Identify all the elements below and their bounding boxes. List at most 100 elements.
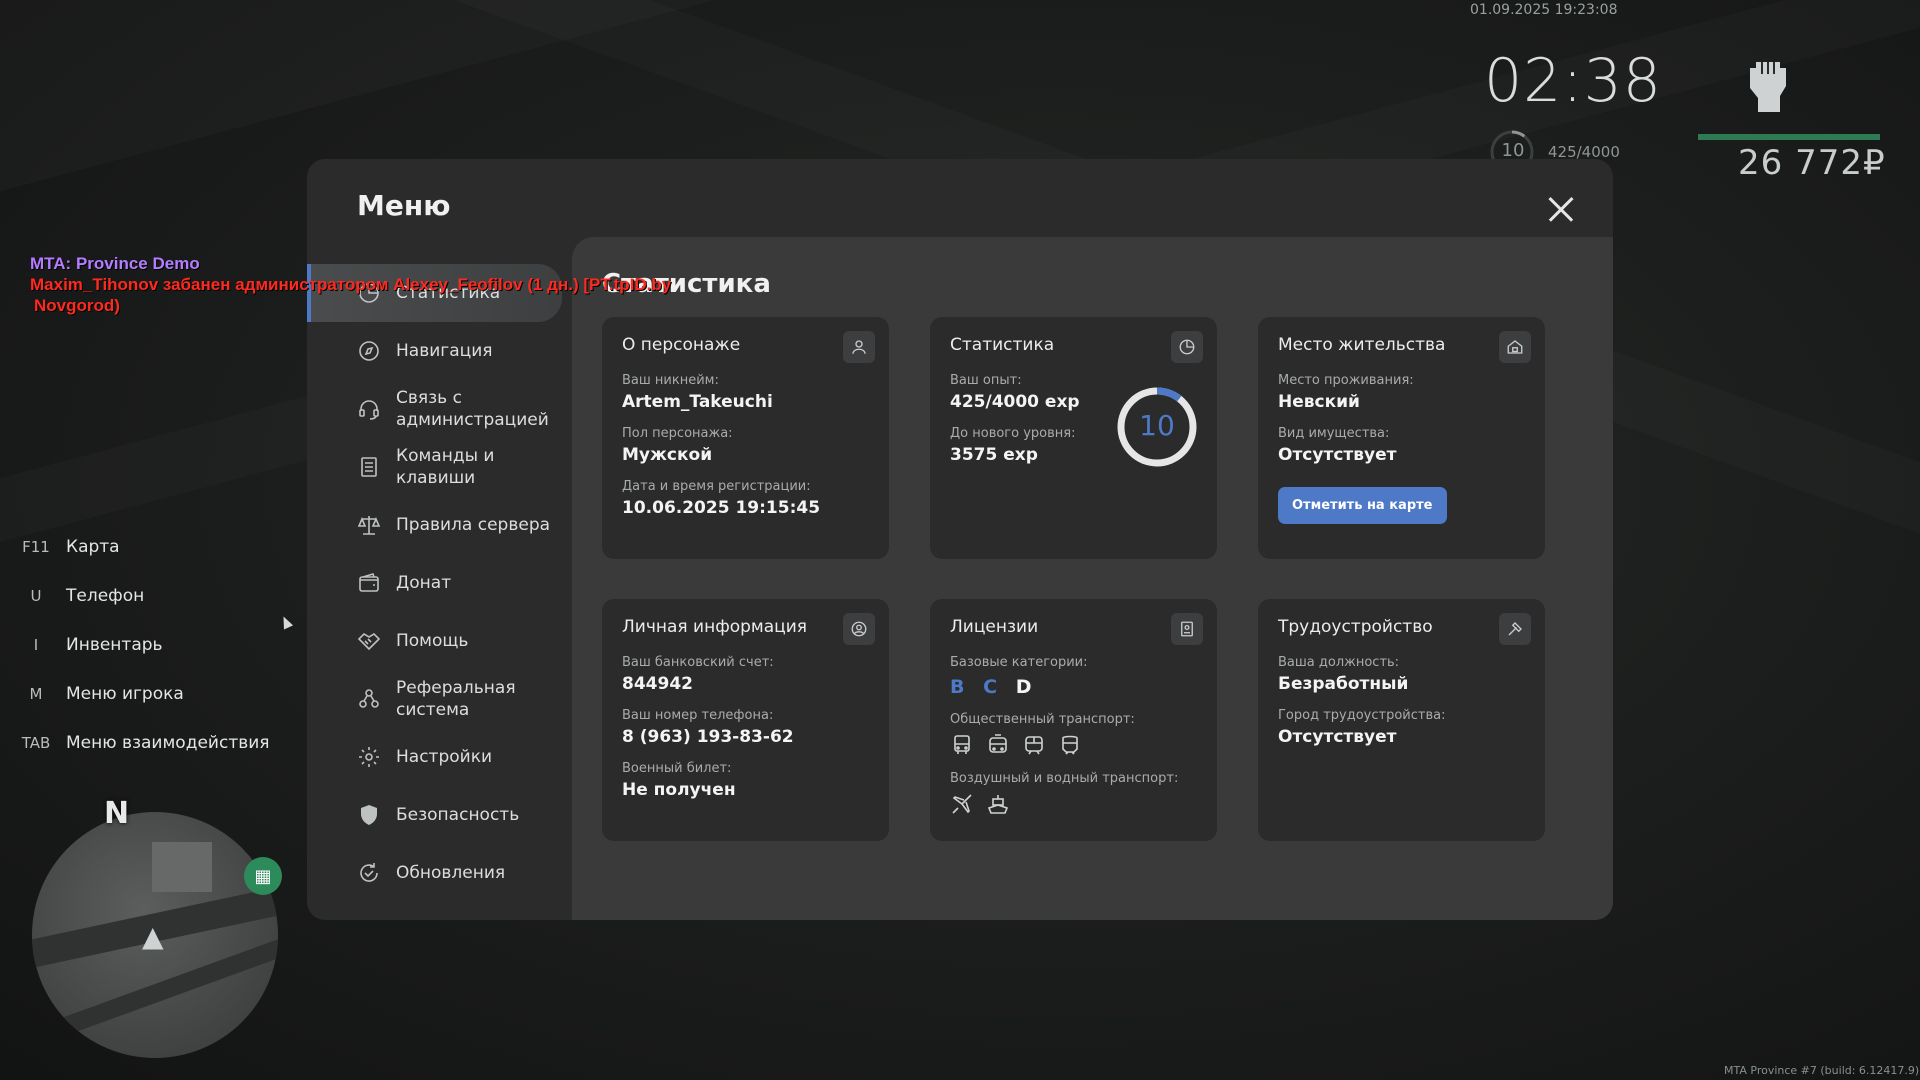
people-icon bbox=[359, 689, 379, 708]
field-label: Воздушный и водный транспорт: bbox=[950, 771, 1179, 786]
nav-label: Связь с администрацией bbox=[396, 388, 549, 430]
nav-item-navigation[interactable]: Навигация bbox=[307, 322, 572, 380]
headset-icon bbox=[359, 400, 379, 420]
nav-item-settings[interactable]: Настройки bbox=[307, 728, 572, 786]
menu-sidebar: Статистика Навигация Связь с администрац… bbox=[307, 264, 572, 902]
airplane-icon bbox=[952, 794, 972, 814]
hotkey-label: Меню игрока bbox=[66, 683, 184, 704]
hud-level: 10 bbox=[1501, 140, 1525, 161]
hotkey-player-menu[interactable]: M Меню игрока bbox=[14, 669, 270, 718]
map-building bbox=[152, 842, 212, 892]
nav-label: Донат bbox=[396, 573, 452, 593]
field-label: Общественный транспорт: bbox=[950, 712, 1135, 727]
license-categories: B C D bbox=[950, 676, 1197, 698]
menu-title: Меню bbox=[357, 189, 451, 222]
chat-line: Maxim_Tihonov забанен администратором Al… bbox=[30, 275, 672, 294]
chat-line: MTA: Province Demo bbox=[30, 254, 200, 273]
bus-icon bbox=[954, 735, 970, 754]
employment-card: Трудоустройство Ваша должность: Безработ… bbox=[1258, 599, 1545, 841]
nav-item-admin-contact[interactable]: Связь с администрацией bbox=[307, 380, 572, 438]
trolleybus-icon bbox=[989, 734, 1007, 753]
field-label: Пол персонажа: bbox=[622, 426, 733, 441]
hotkey-key: F11 bbox=[22, 537, 50, 556]
ship-icon bbox=[987, 795, 1009, 814]
license-category-b: B bbox=[950, 676, 971, 698]
nav-label: Помощь bbox=[396, 631, 469, 651]
hud-clock: 02:38 bbox=[1484, 46, 1662, 116]
military-id-value: Не получен bbox=[622, 780, 736, 800]
card-title: Личная информация bbox=[622, 617, 808, 637]
hud-datetime: 01.09.2025 19:23:08 bbox=[1470, 2, 1618, 18]
card-title: Статистика bbox=[950, 335, 1055, 355]
nav-item-updates[interactable]: Обновления bbox=[307, 844, 572, 902]
hotkey-interaction-menu[interactable]: TAB Меню взаимодействия bbox=[14, 718, 270, 767]
user-circle-icon bbox=[843, 613, 875, 645]
hotkey-map[interactable]: F11 Карта bbox=[14, 522, 270, 571]
personal-info-card: Личная информация Ваш банковский счет: 8… bbox=[602, 599, 889, 841]
nav-item-donate[interactable]: Донат bbox=[307, 554, 572, 612]
license-category-d: D bbox=[1015, 676, 1038, 698]
map-north-icon: N bbox=[104, 796, 130, 831]
field-label: Дата и время регистрации: bbox=[622, 479, 811, 494]
nav-label: Команды и клавиши bbox=[396, 446, 495, 488]
public-transport-icons bbox=[950, 733, 1197, 757]
health-bar bbox=[1698, 134, 1880, 140]
field-label: Военный билет: bbox=[622, 761, 732, 776]
nav-item-referral[interactable]: Реферальная система bbox=[307, 670, 572, 728]
residence-card: Место жительства Место проживания: Невск… bbox=[1258, 317, 1545, 559]
nav-label: Обновления bbox=[396, 863, 506, 883]
handshake-icon bbox=[357, 632, 381, 651]
residence-value: Невский bbox=[1278, 392, 1360, 412]
hammer-icon bbox=[1499, 613, 1531, 645]
bus-stop-icon: ▦ bbox=[244, 857, 282, 895]
wallet-icon bbox=[359, 573, 379, 592]
close-icon[interactable] bbox=[1547, 195, 1575, 223]
nav-label: Реферальная система bbox=[396, 678, 516, 720]
nav-label: Навигация bbox=[396, 341, 493, 361]
nav-item-help[interactable]: Помощь bbox=[307, 612, 572, 670]
stats-content: Статистика О персонаже Ваш никнейм: Arte… bbox=[572, 237, 1613, 920]
build-version: MTA Province #7 (build: 6.12417.9) bbox=[1724, 1064, 1920, 1077]
field-label: Город трудоустройства: bbox=[1278, 708, 1446, 723]
hotkey-inventory[interactable]: I Инвентарь bbox=[14, 620, 270, 669]
nickname-value: Artem_Takeuchi bbox=[622, 392, 773, 412]
field-label: Ваша должность: bbox=[1278, 655, 1400, 670]
field-label: Ваш номер телефона: bbox=[622, 708, 774, 723]
mark-on-map-button[interactable]: Отметить на карте bbox=[1278, 487, 1447, 524]
field-label: Базовые категории: bbox=[950, 655, 1088, 670]
home-icon bbox=[1499, 331, 1531, 363]
card-title: Место жительства bbox=[1278, 335, 1446, 355]
card-title: Трудоустройство bbox=[1278, 617, 1433, 637]
chat-box: MTA: Province Demo Maxim_Tihonov забанен… bbox=[30, 253, 671, 316]
nav-item-security[interactable]: Безопасность bbox=[307, 786, 572, 844]
nav-label: Правила сервера bbox=[396, 515, 551, 535]
phone-value: 8 (963) 193-83-62 bbox=[622, 727, 794, 747]
bank-account-value: 844942 bbox=[622, 674, 693, 694]
chat-line: Novgorod) bbox=[34, 296, 120, 315]
hotkey-phone[interactable]: U Телефон bbox=[14, 571, 270, 620]
level-value: 10 bbox=[1139, 409, 1175, 442]
statistics-card: Статистика Ваш опыт: 425/4000 exp До нов… bbox=[930, 317, 1217, 559]
licenses-card: Лицензии Базовые категории: B C D Общест… bbox=[930, 599, 1217, 841]
hotkey-key: M bbox=[29, 684, 43, 703]
shield-icon bbox=[361, 805, 377, 825]
hotkey-label: Меню взаимодействия bbox=[66, 732, 270, 753]
character-card: О персонаже Ваш никнейм: Artem_Takeuchi … bbox=[602, 317, 889, 559]
field-label: Ваш никнейм: bbox=[622, 373, 719, 388]
nav-label: Настройки bbox=[396, 747, 493, 767]
nav-label: Безопасность bbox=[396, 805, 520, 825]
nav-item-rules[interactable]: Правила сервера bbox=[307, 496, 572, 554]
list-icon bbox=[361, 457, 377, 477]
field-label: Ваш банковский счет: bbox=[622, 655, 774, 670]
user-icon bbox=[843, 331, 875, 363]
hotkey-key: U bbox=[30, 586, 42, 605]
hotkey-label: Телефон bbox=[66, 585, 145, 606]
nav-item-commands[interactable]: Команды и клавиши bbox=[307, 438, 572, 496]
card-title: О персонаже bbox=[622, 335, 741, 355]
hud-money: 26 772₽ bbox=[1738, 143, 1886, 183]
refresh-icon bbox=[360, 863, 378, 882]
property-value: Отсутствует bbox=[1278, 445, 1397, 465]
mouse-cursor-icon bbox=[278, 614, 294, 630]
field-label: Вид имущества: bbox=[1278, 426, 1390, 441]
air-water-transport-icons bbox=[950, 792, 1197, 816]
